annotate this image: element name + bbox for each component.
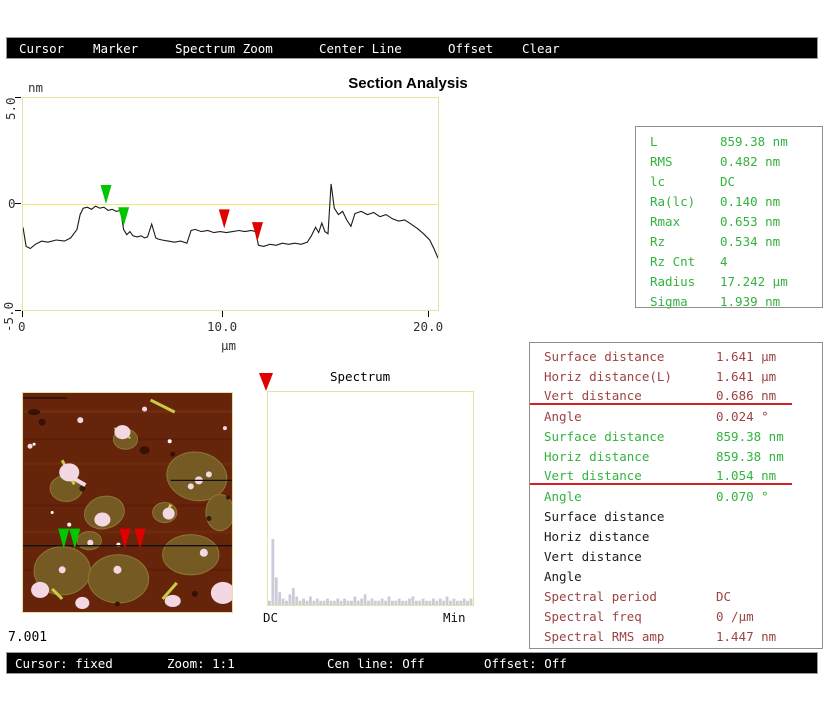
y-tick-mark xyxy=(15,203,21,204)
measurement-panel: Surface distance1.641 µm Horiz distance(… xyxy=(529,342,823,649)
y-axis-unit-label: nm xyxy=(28,80,43,95)
measure-row: Surface distance xyxy=(530,507,822,527)
green-section-marker-icon[interactable] xyxy=(101,185,112,204)
menu-item-spectrum-zoom[interactable]: Spectrum Zoom xyxy=(175,41,273,56)
status-cursor-mode: Cursor: fixed xyxy=(15,656,113,671)
stat-row-lc: lcDC xyxy=(636,172,822,192)
status-offset: Offset: Off xyxy=(484,656,567,671)
measure-row: Spectral freq0 /µm xyxy=(530,607,822,627)
menu-item-cursor[interactable]: Cursor xyxy=(19,41,64,56)
stat-row-rmax: Rmax0.653 nm xyxy=(636,212,822,232)
x-axis-tick-0: 0 xyxy=(18,319,26,334)
stat-row-rms: RMS0.482 nm xyxy=(636,152,822,172)
spectrum-x-left-label: DC xyxy=(263,610,278,625)
x-axis-tick-max: 20.0 xyxy=(413,319,443,334)
measure-row: Angle xyxy=(530,567,822,587)
status-zoom-level: Zoom: 1:1 xyxy=(167,656,235,671)
x-tick-mark xyxy=(22,311,23,317)
measure-row: Surface distance859.38 nm xyxy=(530,427,822,447)
y-axis-tick-top: 5.0 xyxy=(3,97,18,120)
y-axis-tick-bottom: -5.0 xyxy=(1,302,16,332)
page-title: Section Analysis xyxy=(0,75,816,92)
x-tick-mark xyxy=(222,311,223,317)
stat-row-rzcnt: Rz Cnt4 xyxy=(636,252,822,272)
afm-topography-image[interactable] xyxy=(22,392,233,613)
stat-row-radius: Radius17.242 µm xyxy=(636,272,822,292)
red-section-marker-icon[interactable] xyxy=(219,209,230,228)
menu-item-offset[interactable]: Offset xyxy=(448,41,493,56)
menu-item-center-line[interactable]: Center Line xyxy=(319,41,402,56)
marker-dot xyxy=(67,523,71,527)
spectrum-x-right-label: Min xyxy=(443,610,466,625)
measure-row: Angle0.070 ° xyxy=(530,487,822,507)
measure-row: Spectral RMS amp1.447 nm xyxy=(530,627,822,647)
green-section-marker-icon[interactable] xyxy=(118,207,129,226)
spectrum-red-marker-icon[interactable] xyxy=(258,372,274,392)
menu-item-clear[interactable]: Clear xyxy=(522,41,560,56)
spectrum-title: Spectrum xyxy=(330,369,390,384)
x-tick-mark xyxy=(428,311,429,317)
stat-row-l: L859.38 nm xyxy=(636,132,822,152)
measure-row: Surface distance1.641 µm xyxy=(530,347,822,367)
x-axis-unit-label: µm xyxy=(221,338,236,353)
status-center-line: Cen line: Off xyxy=(327,656,425,671)
menu-item-marker[interactable]: Marker xyxy=(93,41,138,56)
measure-row: Angle0.024 ° xyxy=(530,407,822,427)
spectrum-plot[interactable] xyxy=(267,391,474,606)
afm-image-svg xyxy=(22,392,233,613)
roughness-stats-panel: L859.38 nm RMS0.482 nm lcDC Ra(lc)0.140 … xyxy=(635,126,823,308)
measure-row-underlined: Vert distance0.686 nm xyxy=(530,387,792,405)
menu-bar: Cursor Marker Spectrum Zoom Center Line … xyxy=(6,37,818,59)
measure-row: Horiz distance(L)1.641 µm xyxy=(530,367,822,387)
x-axis-tick-mid: 10.0 xyxy=(207,319,237,334)
image-filename-label: 7.001 xyxy=(8,630,47,645)
stat-row-rz: Rz0.534 nm xyxy=(636,232,822,252)
stat-row-sigma: Sigma1.939 nm xyxy=(636,292,822,312)
section-profile-plot[interactable] xyxy=(22,97,439,311)
y-tick-mark xyxy=(15,310,21,311)
status-bar: Cursor: fixed Zoom: 1:1 Cen line: Off Of… xyxy=(6,652,818,674)
spectrum-bars-svg xyxy=(268,392,473,605)
measure-row: Horiz distance859.38 nm xyxy=(530,447,822,467)
measure-row: Horiz distance xyxy=(530,527,822,547)
measure-row-underlined: Vert distance1.054 nm xyxy=(530,467,792,485)
y-tick-mark xyxy=(15,97,21,98)
measure-row: Spectral periodDC xyxy=(530,587,822,607)
measure-row: Vert distance xyxy=(530,547,822,567)
profile-trace-svg xyxy=(23,98,438,310)
stat-row-ra: Ra(lc)0.140 nm xyxy=(636,192,822,212)
